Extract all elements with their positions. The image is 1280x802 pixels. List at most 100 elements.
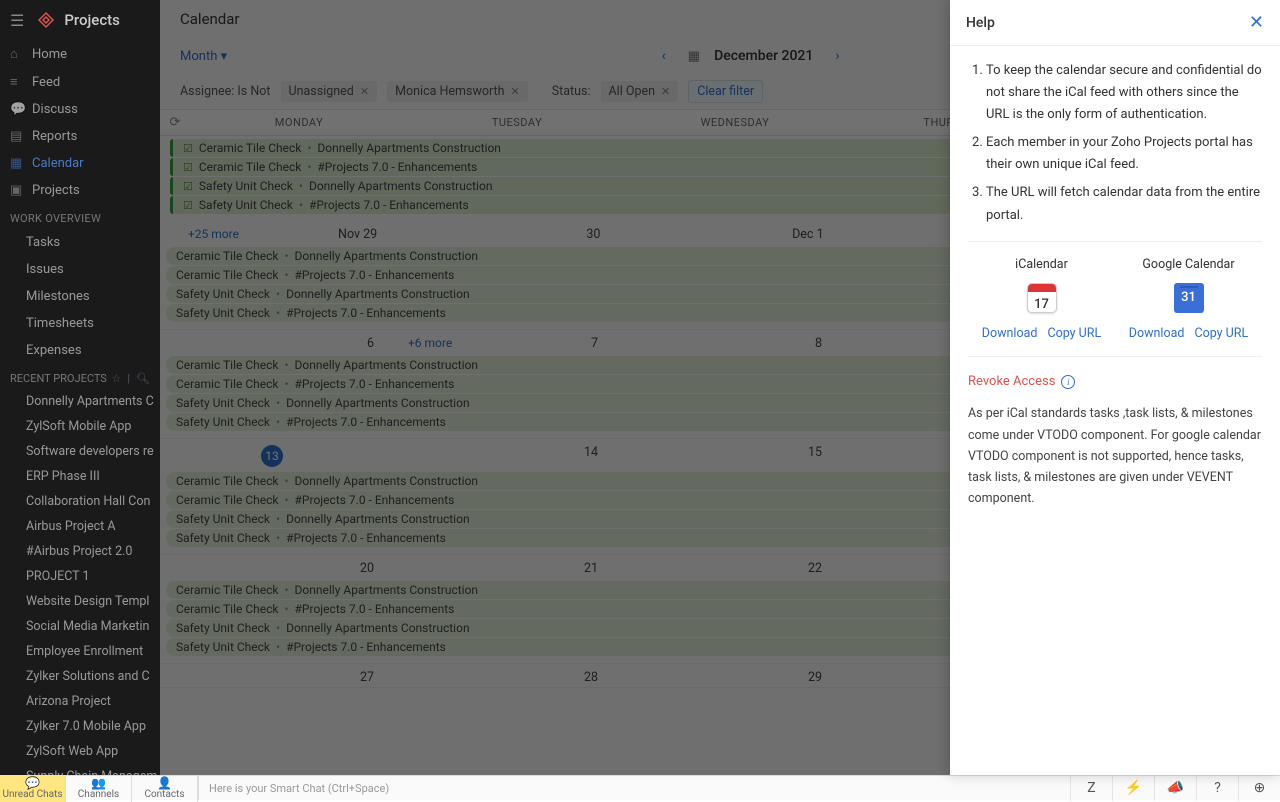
smart-chat-input[interactable]: Here is your Smart Chat (Ctrl+Space)	[198, 776, 1070, 800]
date-cell[interactable]: 20	[160, 559, 384, 578]
revoke-access-link[interactable]: Revoke Access i	[968, 371, 1262, 393]
overview-tasks[interactable]: Tasks	[0, 229, 160, 256]
nav-calendar[interactable]: ▦Calendar	[0, 150, 160, 177]
overview-milestones[interactable]: Milestones	[0, 283, 160, 310]
gcal-copy-link[interactable]: Copy URL	[1194, 323, 1248, 344]
calendar-icon[interactable]: ▦	[688, 49, 700, 64]
more-events-link[interactable]: +6 more	[394, 336, 452, 350]
tab-channels[interactable]: 👥Channels	[66, 775, 132, 802]
close-icon[interactable]: ✕	[511, 85, 520, 98]
nav-discuss[interactable]: 💬Discuss	[0, 96, 160, 123]
hamburger-icon[interactable]: ☰	[10, 11, 24, 30]
nav-icon: 💬	[10, 102, 24, 117]
icalendar-icon	[1027, 283, 1057, 313]
project-item[interactable]: Website Design Templ	[0, 589, 160, 614]
help-list: To keep the calendar secure and confiden…	[968, 60, 1262, 227]
project-item[interactable]: #Airbus Project 2.0	[0, 539, 160, 564]
close-icon[interactable]: ✕	[1249, 12, 1264, 33]
date-cell[interactable]: 13	[160, 443, 384, 469]
day-header: TUESDAY	[408, 110, 626, 135]
nav-home[interactable]: ⌂Home	[0, 40, 160, 68]
nav-reports[interactable]: ▤Reports	[0, 123, 160, 150]
gcal-download-link[interactable]: Download	[1129, 323, 1185, 344]
project-item[interactable]: Software developers re	[0, 439, 160, 464]
project-item[interactable]: Donnelly Apartments C	[0, 389, 160, 414]
zia-icon[interactable]: Z	[1070, 776, 1112, 801]
nav-icon: ▣	[10, 183, 24, 198]
project-item[interactable]: ERP Phase III	[0, 464, 160, 489]
project-item[interactable]: Social Media Marketin	[0, 614, 160, 639]
filter-chip-monica[interactable]: Monica Hemsworth✕	[387, 81, 528, 102]
date-cell[interactable]: 15	[608, 443, 832, 469]
divider-icon: |	[127, 372, 130, 385]
task-icon: ☑	[183, 161, 193, 174]
prev-month-button[interactable]: ‹	[654, 44, 674, 68]
date-cell[interactable]: 27	[160, 668, 384, 687]
logo-icon	[36, 10, 56, 30]
help-item: Each member in your Zoho Projects portal…	[986, 132, 1262, 176]
nav-icon: ⌂	[10, 46, 24, 62]
day-header: MONDAY	[190, 110, 408, 135]
tab-unread-chats[interactable]: 💬Unread Chats	[0, 775, 66, 802]
help-icon[interactable]: ?	[1196, 776, 1238, 801]
nav-icon: ▦	[10, 156, 24, 171]
next-month-button[interactable]: ›	[827, 44, 847, 68]
filter-chip-unassigned[interactable]: Unassigned✕	[281, 81, 378, 102]
more-events-link[interactable]: +25 more	[174, 227, 239, 241]
nav-projects[interactable]: ▣Projects	[0, 177, 160, 204]
date-cell[interactable]: Dec 1	[610, 225, 833, 244]
clear-filter-button[interactable]: Clear filter	[688, 80, 763, 103]
date-cell[interactable]: 21	[384, 559, 608, 578]
date-cell[interactable]: 8	[608, 334, 832, 353]
date-cell[interactable]: +25 moreNov 29	[160, 225, 387, 244]
project-item[interactable]: Arizona Project	[0, 689, 160, 714]
date-cell[interactable]: +6 more7	[384, 334, 608, 353]
help-note: As per iCal standards tasks ,task lists,…	[968, 403, 1262, 509]
close-icon[interactable]: ✕	[360, 85, 369, 98]
view-mode-dropdown[interactable]: Month ▾	[180, 49, 227, 64]
ical-copy-link[interactable]: Copy URL	[1047, 323, 1101, 344]
plug-icon[interactable]: ⚡	[1112, 776, 1154, 801]
people-icon: 👥	[66, 777, 131, 789]
date-cell[interactable]: 29	[608, 668, 832, 687]
info-icon[interactable]: i	[1061, 375, 1075, 389]
star-icon[interactable]: ☆	[111, 372, 121, 385]
project-item[interactable]: Employee Enrollment	[0, 639, 160, 664]
ical-download-link[interactable]: Download	[982, 323, 1038, 344]
project-item[interactable]: PROJECT 1	[0, 564, 160, 589]
google-calendar-icon: 31	[1174, 283, 1204, 313]
nav-icon: ≡	[10, 74, 24, 90]
search-icon[interactable]: 🔍︎	[136, 372, 150, 385]
project-item[interactable]: Zylker Solutions and C	[0, 664, 160, 689]
announce-icon[interactable]: 📣	[1154, 776, 1196, 801]
icalendar-option: iCalendar Download Copy URL	[968, 254, 1115, 345]
assignee-filter-label: Assignee: Is Not	[180, 84, 271, 99]
overview-timesheets[interactable]: Timesheets	[0, 310, 160, 337]
project-item[interactable]: Airbus Project A	[0, 514, 160, 539]
project-item[interactable]: ZylSoft Web App	[0, 739, 160, 764]
date-cell[interactable]: 30	[387, 225, 610, 244]
sidebar: ☰ Projects ⌂Home≡Feed💬Discuss▤Reports▦Ca…	[0, 0, 160, 775]
project-item[interactable]: Zylker 7.0 Mobile App	[0, 714, 160, 739]
nav-icon: ▤	[10, 129, 24, 144]
filter-chip-status[interactable]: All Open✕	[601, 81, 679, 102]
zoom-icon[interactable]: ⊕	[1238, 776, 1280, 801]
date-cell[interactable]: 6	[160, 334, 384, 353]
tab-contacts[interactable]: 👤Contacts	[132, 775, 198, 802]
nav-feed[interactable]: ≡Feed	[0, 68, 160, 96]
project-item[interactable]: Collaboration Hall Con	[0, 489, 160, 514]
refresh-icon[interactable]: ⟳	[160, 110, 190, 135]
chat-bubble-icon: 💬	[0, 777, 65, 789]
project-item[interactable]: ZylSoft Mobile App	[0, 414, 160, 439]
date-cell[interactable]: 28	[384, 668, 608, 687]
project-item[interactable]: Supply Chain Managem	[0, 764, 160, 775]
help-item: To keep the calendar secure and confiden…	[986, 60, 1262, 126]
google-calendar-option: Google Calendar 31 Download Copy URL	[1115, 254, 1262, 345]
day-header: WEDNESDAY	[626, 110, 844, 135]
date-cell[interactable]: 14	[384, 443, 608, 469]
close-icon[interactable]: ✕	[661, 85, 670, 98]
date-cell[interactable]: 22	[608, 559, 832, 578]
overview-issues[interactable]: Issues	[0, 256, 160, 283]
overview-expenses[interactable]: Expenses	[0, 337, 160, 364]
month-label: December 2021	[714, 48, 813, 64]
